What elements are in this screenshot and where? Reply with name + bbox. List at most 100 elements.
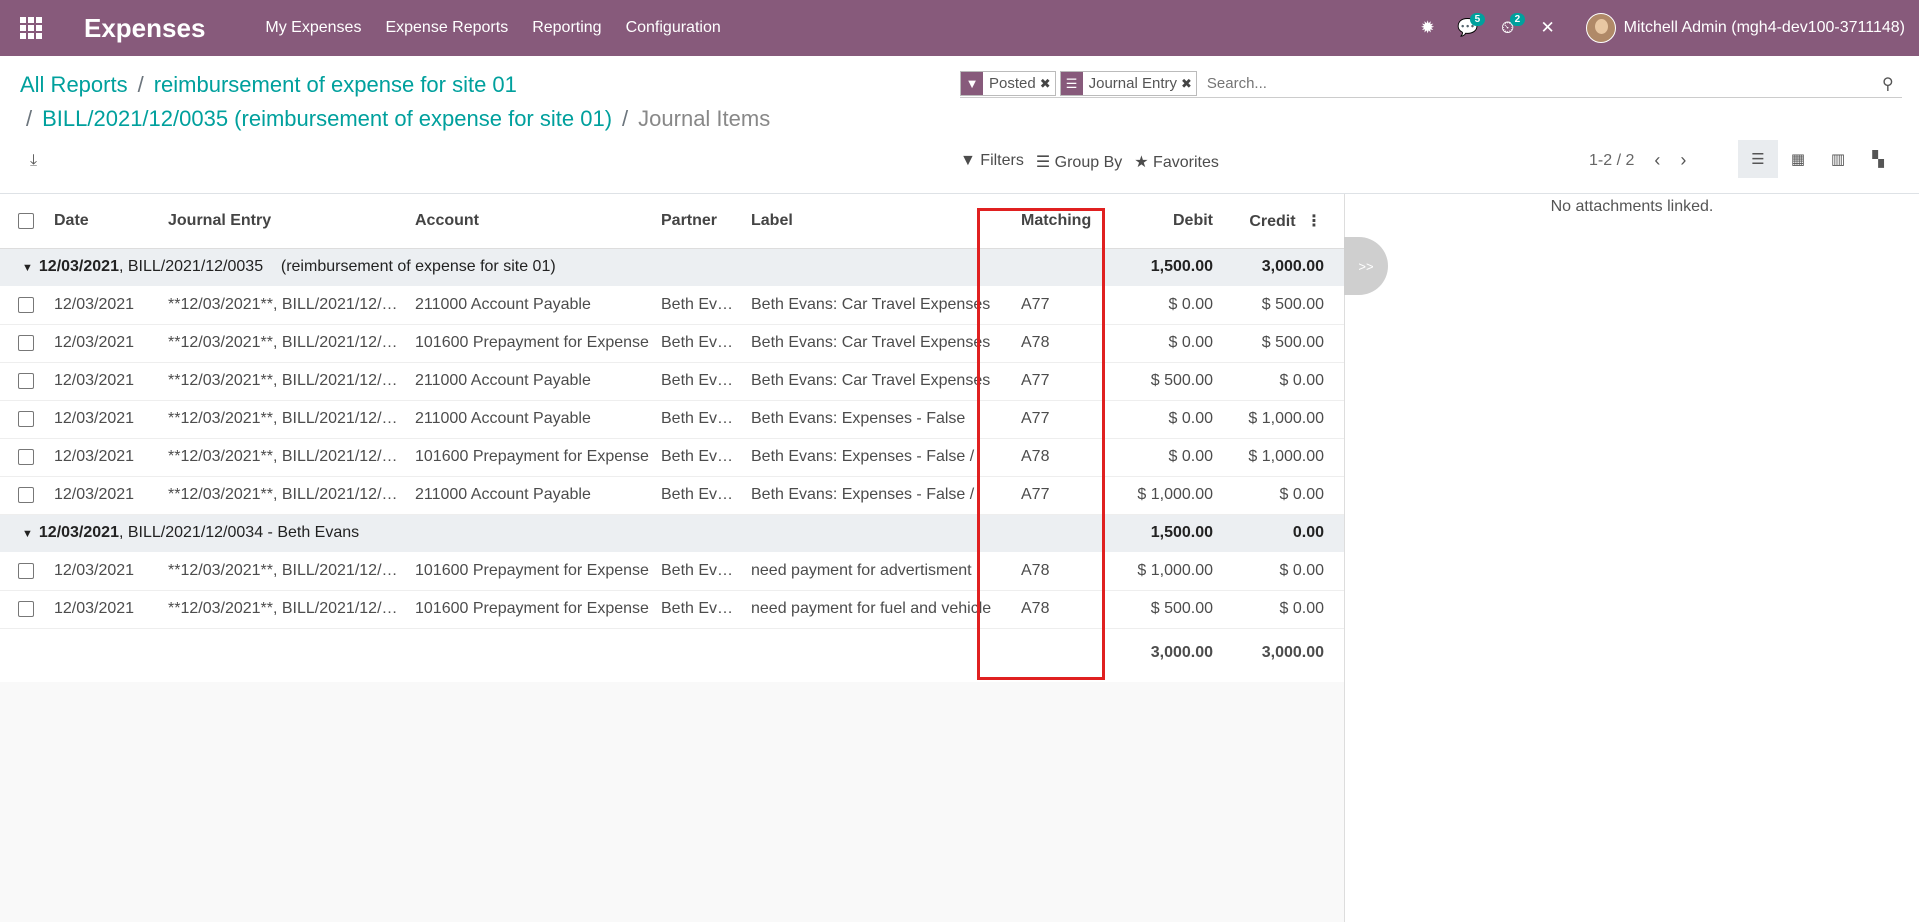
cell-label: Beth Evans: Expenses - False: [751, 400, 999, 439]
cell-partner: Beth Evans: [661, 438, 751, 477]
group-title: , BILL/2021/12/0034 - Beth Evans: [118, 524, 360, 542]
facet-remove-icon[interactable]: ✖: [1040, 76, 1055, 92]
menu-reporting[interactable]: Reporting: [520, 0, 613, 56]
cell-credit: $ 0.00: [1219, 362, 1344, 401]
user-name: Mitchell Admin (mgh4-dev100-3711148): [1623, 19, 1905, 36]
menu-configuration[interactable]: Configuration: [614, 0, 733, 56]
row-checkbox[interactable]: [18, 486, 34, 503]
facet-journal-entry[interactable]: ☰ Journal Entry ✖: [1059, 71, 1197, 96]
cell-label: Beth Evans: Expenses - False /: [751, 438, 999, 477]
favorites-button[interactable]: ★ Favorites: [1134, 152, 1219, 172]
row-checkbox[interactable]: [18, 600, 34, 617]
app-menu-icon[interactable]: [0, 0, 62, 56]
cell-debit: $ 0.00: [1119, 400, 1219, 439]
view-switcher: ☰ ▦ ▥ ▚: [1738, 140, 1898, 178]
column-options-icon[interactable]: ⋮: [1306, 213, 1322, 230]
row-checkbox[interactable]: [18, 372, 34, 389]
cell-partner: Beth Evans: [661, 590, 751, 629]
cell-credit: $ 0.00: [1219, 590, 1344, 629]
row-checkbox[interactable]: [18, 334, 34, 351]
breadcrumb-report[interactable]: reimbursement of expense for site 01: [154, 72, 517, 97]
cell-debit: $ 0.00: [1119, 438, 1219, 477]
table-row[interactable]: 12/03/2021 **12/03/2021**, BILL/2021/12/0…: [0, 324, 1344, 363]
group-by-icon: ☰: [1035, 154, 1051, 171]
cell-journal-entry: **12/03/2021**, BILL/2021/12/0035: [168, 438, 415, 477]
select-all-checkbox[interactable]: [18, 212, 34, 229]
cell-matching: A78: [999, 590, 1119, 629]
search-input[interactable]: [1200, 75, 1882, 92]
group-row[interactable]: ▼ 12/03/2021, BILL/2021/12/0035 (reimburs…: [0, 248, 1344, 286]
cell-matching: A78: [999, 324, 1119, 363]
cell-label: need payment for advertisment: [751, 552, 999, 591]
facet-remove-icon[interactable]: ✖: [1181, 76, 1196, 92]
star-icon: ★: [1134, 154, 1149, 171]
row-checkbox[interactable]: [18, 410, 34, 427]
graph-view-icon[interactable]: ▥: [1818, 140, 1858, 178]
column-partner[interactable]: Partner: [661, 194, 751, 249]
search-bar: ▼ Posted ✖ ☰ Journal Entry ✖ ⚲: [960, 70, 1902, 98]
group-by-label: Group By: [1054, 154, 1123, 171]
cell-matching: A77: [999, 400, 1119, 439]
cell-label: Beth Evans: Expenses - False /: [751, 476, 999, 515]
group-credit: 0.00: [1219, 514, 1344, 552]
search-icon[interactable]: ⚲: [1882, 74, 1902, 94]
cell-journal-entry: **12/03/2021**, BILL/2021/12/0034: [168, 552, 415, 591]
cell-label: need payment for fuel and vehicle: [751, 590, 999, 629]
table-row[interactable]: 12/03/2021 **12/03/2021**, BILL/2021/12/0…: [0, 590, 1344, 629]
activities-badge: 2: [1509, 13, 1526, 26]
row-checkbox[interactable]: [18, 296, 34, 313]
messages-icon[interactable]: 💬 5: [1448, 0, 1488, 56]
filters-button[interactable]: ▼ Filters: [960, 152, 1024, 172]
table-header: Date Journal Entry Account Partner Label…: [0, 194, 1344, 249]
debug-bug-icon[interactable]: ✹: [1408, 0, 1448, 56]
group-by-button[interactable]: ☰ Group By: [1036, 152, 1122, 172]
column-matching[interactable]: Matching: [999, 194, 1119, 249]
column-debit[interactable]: Debit: [1119, 194, 1219, 249]
column-journal-entry[interactable]: Journal Entry: [168, 194, 415, 249]
group-date: 12/03/2021: [38, 524, 119, 542]
kanban-view-icon[interactable]: ▚: [1858, 140, 1898, 178]
cell-credit: $ 500.00: [1219, 324, 1344, 363]
chevron-left-icon[interactable]: ‹: [1654, 150, 1660, 171]
table-row[interactable]: 12/03/2021 **12/03/2021**, BILL/2021/12/0…: [0, 438, 1344, 477]
total-credit: 3,000.00: [1219, 627, 1344, 678]
facet-label: Posted: [989, 75, 1036, 92]
no-attachments-text: No attachments linked.: [1550, 198, 1714, 215]
table-row[interactable]: 12/03/2021 **12/03/2021**, BILL/2021/12/0…: [0, 476, 1344, 515]
menu-my-expenses[interactable]: My Expenses: [253, 0, 373, 56]
app-title[interactable]: Expenses: [84, 13, 205, 44]
pager-value[interactable]: 1-2 / 2: [1589, 152, 1634, 170]
cell-debit: $ 0.00: [1119, 286, 1219, 325]
cell-credit: $ 0.00: [1219, 476, 1344, 515]
pager: 1-2 / 2 ‹ ›: [1589, 150, 1686, 171]
column-account[interactable]: Account: [415, 194, 661, 249]
chevron-right-icon[interactable]: ›: [1680, 150, 1686, 171]
group-row[interactable]: ▼ 12/03/2021, BILL/2021/12/0034 - Beth Ev…: [0, 514, 1344, 552]
pivot-view-icon[interactable]: ▦: [1778, 140, 1818, 178]
download-icon[interactable]: ⤓: [30, 152, 37, 170]
breadcrumb-line-1: All Reports / reimbursement of expense for…: [20, 72, 517, 98]
table-row[interactable]: 12/03/2021 **12/03/2021**, BILL/2021/12/0…: [0, 286, 1344, 325]
table-row[interactable]: 12/03/2021 **12/03/2021**, BILL/2021/12/0…: [0, 552, 1344, 591]
facet-posted[interactable]: ▼ Posted ✖: [960, 71, 1056, 96]
column-label[interactable]: Label: [751, 194, 999, 249]
menu-expense-reports[interactable]: Expense Reports: [373, 0, 520, 56]
table-row[interactable]: 12/03/2021 **12/03/2021**, BILL/2021/12/0…: [0, 400, 1344, 439]
cell-journal-entry: **12/03/2021**, BILL/2021/12/0035: [168, 286, 415, 325]
cell-label: Beth Evans: Car Travel Expenses: [751, 286, 999, 325]
column-credit[interactable]: Credit: [1249, 213, 1295, 230]
breadcrumb-bill[interactable]: BILL/2021/12/0035 (reimbursement of expe…: [42, 106, 612, 131]
close-tools-icon[interactable]: ✕: [1528, 0, 1568, 56]
row-checkbox[interactable]: [18, 562, 34, 579]
user-menu[interactable]: Mitchell Admin (mgh4-dev100-3711148): [1585, 13, 1905, 43]
breadcrumb-all-reports[interactable]: All Reports: [20, 72, 128, 97]
cell-account: 101600 Prepayment for Expense: [415, 590, 661, 629]
column-date[interactable]: Date: [54, 194, 168, 249]
table-row[interactable]: 12/03/2021 **12/03/2021**, BILL/2021/12/0…: [0, 362, 1344, 401]
list-view-icon[interactable]: ☰: [1738, 140, 1778, 178]
cell-account: 211000 Account Payable: [415, 400, 661, 439]
row-checkbox[interactable]: [18, 448, 34, 465]
cell-credit: $ 500.00: [1219, 286, 1344, 325]
journal-items-list: Date Journal Entry Account Partner Label…: [0, 194, 1344, 682]
activities-clock-icon[interactable]: ⏲ 2: [1488, 0, 1528, 56]
